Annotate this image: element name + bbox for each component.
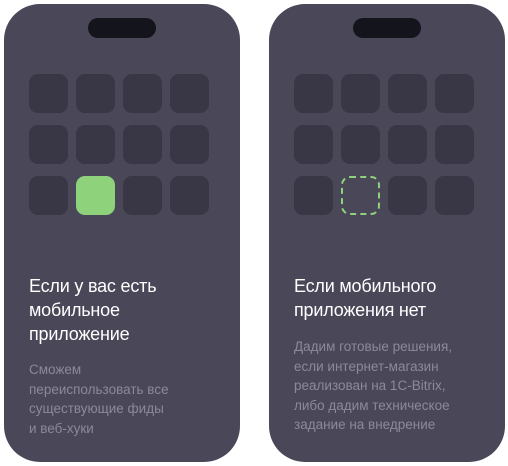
- app-tile: [435, 125, 474, 164]
- description-line: Дадим готовые решения,: [294, 339, 453, 354]
- title-line: Если мобильного: [294, 276, 437, 296]
- app-tile: [388, 74, 427, 113]
- card-title: Если мобильного приложения нет: [294, 274, 491, 322]
- title-line: приложение: [29, 324, 130, 344]
- description-line: переиспользовать все: [29, 381, 169, 397]
- card-description: Дадим готовые решения, если интернет-маг…: [294, 337, 491, 435]
- app-icon-grid: [294, 74, 474, 215]
- description-line: задание на внедрение: [294, 417, 436, 432]
- app-tile: [341, 125, 380, 164]
- app-tile: [294, 74, 333, 113]
- existing-app-tile-highlighted: [76, 176, 115, 215]
- app-tile: [435, 74, 474, 113]
- app-tile: [123, 74, 162, 113]
- phone-notch: [88, 18, 156, 38]
- description-line: либо дадим техническое: [294, 397, 450, 413]
- app-tile: [29, 125, 68, 164]
- app-tile: [29, 176, 68, 215]
- title-line: Если у вас есть: [29, 276, 157, 296]
- title-line: приложения нет: [294, 300, 426, 320]
- app-tile: [435, 176, 474, 215]
- app-tile: [123, 176, 162, 215]
- description-line: реализован на 1С-Bitrix,: [294, 378, 446, 393]
- app-tile: [294, 176, 333, 215]
- card-title: Если у вас есть мобильное приложение: [29, 274, 226, 346]
- phone-card-with-app: Если у вас есть мобильное приложение Смо…: [4, 4, 240, 462]
- description-line: если интернет-магазин: [294, 358, 439, 374]
- description-line: существующие фиды: [29, 401, 164, 416]
- phone-card-no-app: Если мобильного приложения нет Дадим гот…: [269, 4, 505, 462]
- app-tile: [170, 74, 209, 113]
- missing-app-tile-placeholder: [341, 176, 380, 215]
- app-tile: [341, 74, 380, 113]
- app-tile: [294, 125, 333, 164]
- title-line: мобильное: [29, 300, 120, 320]
- app-tile: [388, 125, 427, 164]
- app-tile: [76, 74, 115, 113]
- app-tile: [388, 176, 427, 215]
- phone-notch: [353, 18, 421, 38]
- app-tile: [76, 125, 115, 164]
- description-line: и веб-хуки: [29, 420, 94, 436]
- app-tile: [170, 176, 209, 215]
- app-tile: [123, 125, 162, 164]
- card-description: Сможем переиспользовать все существующие…: [29, 360, 226, 438]
- app-icon-grid: [29, 74, 209, 215]
- description-line: Сможем: [29, 362, 82, 377]
- app-tile: [29, 74, 68, 113]
- app-tile: [170, 125, 209, 164]
